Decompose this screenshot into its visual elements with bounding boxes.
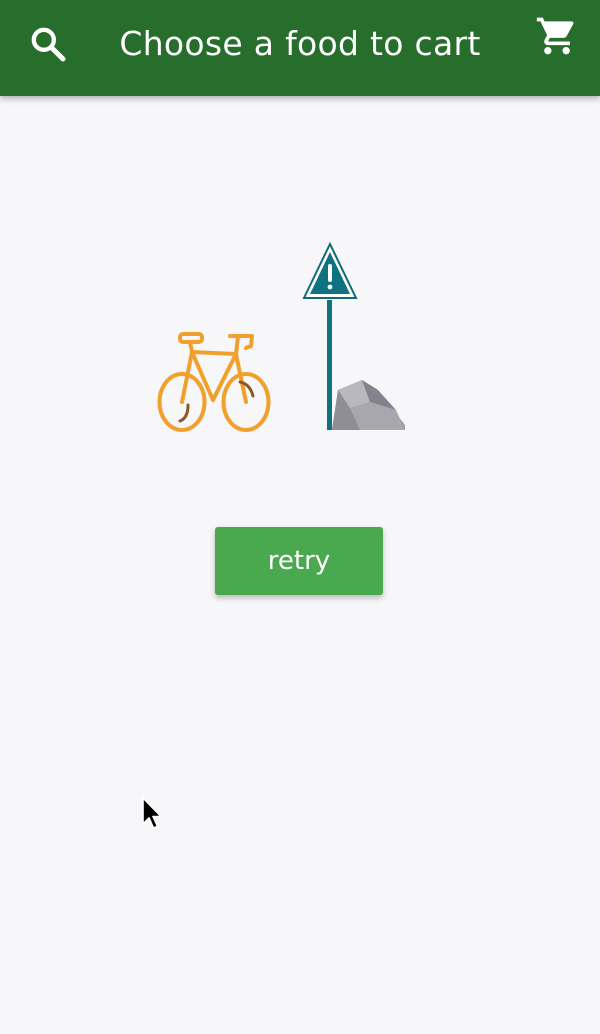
bicycle-icon	[157, 332, 271, 432]
rock-icon	[332, 380, 405, 430]
app-bar: Choose a food to cart	[0, 0, 600, 96]
page-title: Choose a food to cart	[119, 24, 481, 63]
bicycle-warning-illustration	[157, 241, 405, 432]
cart-icon	[536, 17, 574, 55]
mouse-cursor-icon	[142, 797, 162, 829]
retry-button[interactable]: retry	[215, 527, 383, 595]
cart-button[interactable]	[525, 6, 589, 66]
main-content: retry	[0, 96, 600, 1034]
